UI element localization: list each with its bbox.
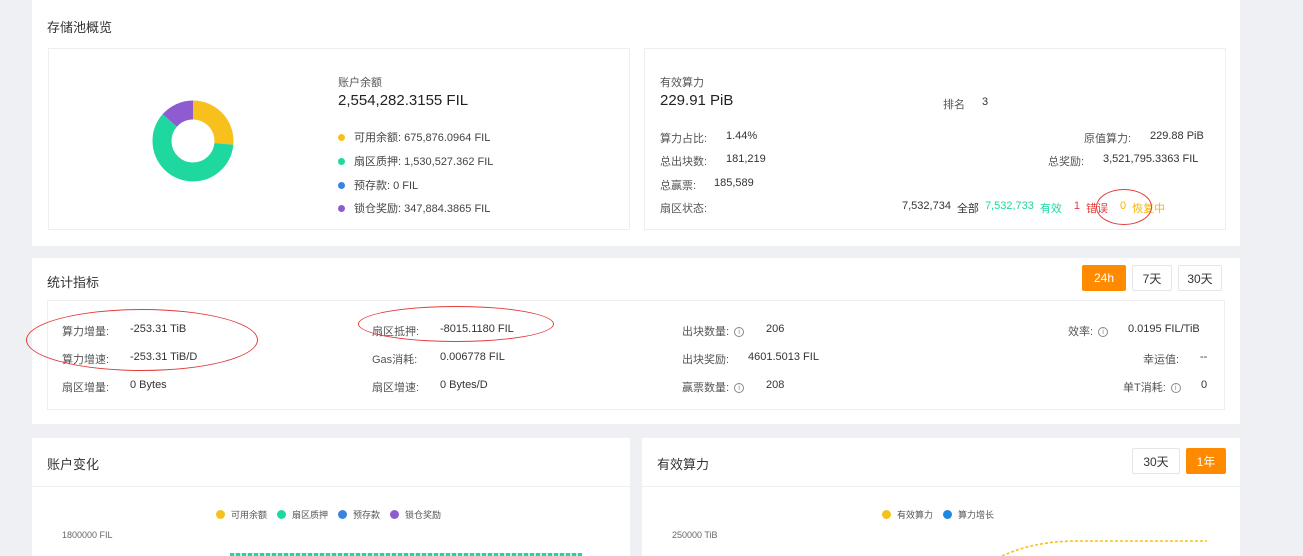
unit-cost-label: 单T消耗: i	[1123, 379, 1181, 395]
efficiency-label-text: 效率:	[1068, 326, 1094, 338]
unit-cost-value: 0	[1201, 379, 1208, 391]
annotation-ellipse-error	[1096, 189, 1152, 225]
power-chart-legend: 有效算力 算力增长	[882, 508, 994, 521]
annotation-ellipse-power	[26, 309, 258, 371]
win-count-label: 赢票数量: i	[682, 379, 745, 395]
balance-label: 账户余额	[338, 77, 382, 89]
blocks-label: 总出块数:	[660, 156, 708, 168]
power-label: 有效算力	[660, 77, 704, 89]
power-legend-effective-text: 有效算力	[897, 510, 934, 520]
stats-tab-7d[interactable]: 7天	[1132, 265, 1172, 291]
rank-value: 3	[982, 96, 989, 108]
stats-title: 统计指标	[47, 275, 100, 290]
total-reward-label: 总奖励:	[1048, 156, 1085, 168]
stats-tab-24h[interactable]: 24h	[1082, 265, 1126, 291]
ratio-value: 1.44%	[726, 130, 758, 142]
tickets-label: 总赢票:	[660, 180, 697, 192]
gas-value: 0.006778 FIL	[440, 351, 505, 363]
power-chart-tab-1y[interactable]: 1年	[1186, 448, 1226, 474]
power-legend-effective[interactable]: 有效算力	[882, 508, 933, 521]
annotation-ellipse-pledge	[358, 306, 554, 342]
stats-tab-30d[interactable]: 30天	[1178, 265, 1222, 291]
legend-dot	[390, 510, 400, 519]
account-chart-y-tick: 1800000 FIL	[62, 530, 113, 540]
account-legend-pledge-text: 扇区质押	[292, 510, 329, 520]
sector-growth-value: 0 Bytes	[130, 379, 167, 391]
legend-deposit: 预存款: 0 FIL	[338, 177, 418, 193]
legend-dot-yellow	[338, 133, 345, 141]
luck-value: --	[1200, 351, 1208, 363]
legend-dot	[277, 510, 287, 519]
legend-locked-text: 锁仓奖励: 347,884.3865 FIL	[354, 203, 491, 215]
legend-dot	[216, 510, 225, 519]
win-count-value: 208	[766, 379, 785, 391]
info-icon[interactable]: i	[734, 327, 745, 338]
account-change-chart-panel	[32, 486, 630, 556]
legend-dot	[943, 510, 953, 519]
efficiency-label: 效率: i	[1068, 323, 1109, 339]
power-value: 229.91 PiB	[660, 92, 734, 109]
balance-donut	[152, 100, 234, 182]
power-legend-growth[interactable]: 算力增长	[943, 508, 994, 521]
legend-dot-green	[338, 157, 345, 165]
unit-cost-label-text: 单T消耗:	[1123, 382, 1166, 394]
block-count-value: 206	[766, 323, 785, 335]
sector-status-label: 扇区状态:	[660, 203, 708, 215]
legend-pledge: 扇区质押: 1,530,527.362 FIL	[338, 153, 493, 169]
legend-deposit-text: 预存款: 0 FIL	[354, 180, 419, 192]
legend-dot	[338, 510, 348, 519]
legend-dot-purple	[338, 204, 345, 212]
total-reward-value: 3,521,795.3363 FIL	[1103, 153, 1199, 165]
luck-label: 幸运值:	[1143, 354, 1180, 366]
block-reward-label: 出块奖励:	[682, 354, 730, 366]
sector-faulty-value: 1	[1073, 200, 1080, 212]
power-chart-title: 有效算力	[657, 457, 710, 472]
info-icon[interactable]: i	[1170, 383, 1181, 394]
account-legend-available[interactable]: 可用余额	[216, 508, 267, 521]
account-change-title: 账户变化	[47, 457, 100, 472]
legend-available: 可用余额: 675,876.0964 FIL	[338, 129, 490, 145]
info-icon[interactable]: i	[734, 383, 745, 394]
power-chart-tab-30d[interactable]: 30天	[1132, 448, 1180, 474]
block-count-label: 出块数量: i	[682, 323, 745, 339]
account-legend-locked[interactable]: 锁仓奖励	[390, 508, 441, 521]
account-legend-available-text: 可用余额	[231, 510, 268, 520]
tickets-value: 185,589	[714, 177, 754, 189]
block-reward-value: 4601.5013 FIL	[748, 351, 819, 363]
legend-available-text: 可用余额: 675,876.0964 FIL	[354, 132, 491, 144]
legend-dot-blue	[338, 181, 345, 189]
pool-overview-title: 存储池概览	[47, 20, 113, 35]
rank-label: 排名	[943, 99, 965, 111]
raw-power-value: 229.88 PiB	[1150, 130, 1204, 142]
efficiency-value: 0.0195 FIL/TiB	[1128, 323, 1200, 335]
account-chart-legend: 可用余额 扇区质押 预存款 锁仓奖励	[216, 508, 441, 521]
account-legend-deposit[interactable]: 预存款	[338, 508, 380, 521]
legend-pledge-text: 扇区质押: 1,530,527.362 FIL	[354, 156, 494, 168]
sector-active-label: 有效	[1039, 203, 1062, 215]
account-legend-locked-text: 锁仓奖励	[405, 510, 442, 520]
gas-label: Gas消耗:	[372, 354, 418, 366]
sector-total-label: 全部	[956, 203, 979, 215]
legend-dot	[882, 510, 891, 519]
balance-value: 2,554,282.3155 FIL	[338, 92, 469, 109]
power-chart-line	[1002, 540, 1207, 556]
power-legend-growth-text: 算力增长	[958, 510, 995, 520]
block-count-label-text: 出块数量:	[682, 326, 730, 338]
sector-growth-label: 扇区增量:	[62, 382, 110, 394]
power-chart-y-tick: 250000 TiB	[672, 530, 718, 540]
account-legend-deposit-text: 预存款	[353, 510, 381, 520]
raw-power-label: 原值算力:	[1084, 133, 1132, 145]
sector-active-value: 7,532,733	[984, 200, 1034, 212]
info-icon[interactable]: i	[1098, 327, 1109, 338]
sector-total-value: 7,532,734	[902, 200, 951, 212]
account-legend-pledge[interactable]: 扇区质押	[277, 508, 328, 521]
win-count-label-text: 赢票数量:	[682, 382, 730, 394]
sector-speed-label: 扇区增速:	[372, 382, 420, 394]
legend-locked: 锁仓奖励: 347,884.3865 FIL	[338, 200, 490, 216]
ratio-label: 算力占比:	[660, 133, 708, 145]
blocks-value: 181,219	[726, 153, 766, 165]
sector-speed-value: 0 Bytes/D	[440, 379, 488, 391]
